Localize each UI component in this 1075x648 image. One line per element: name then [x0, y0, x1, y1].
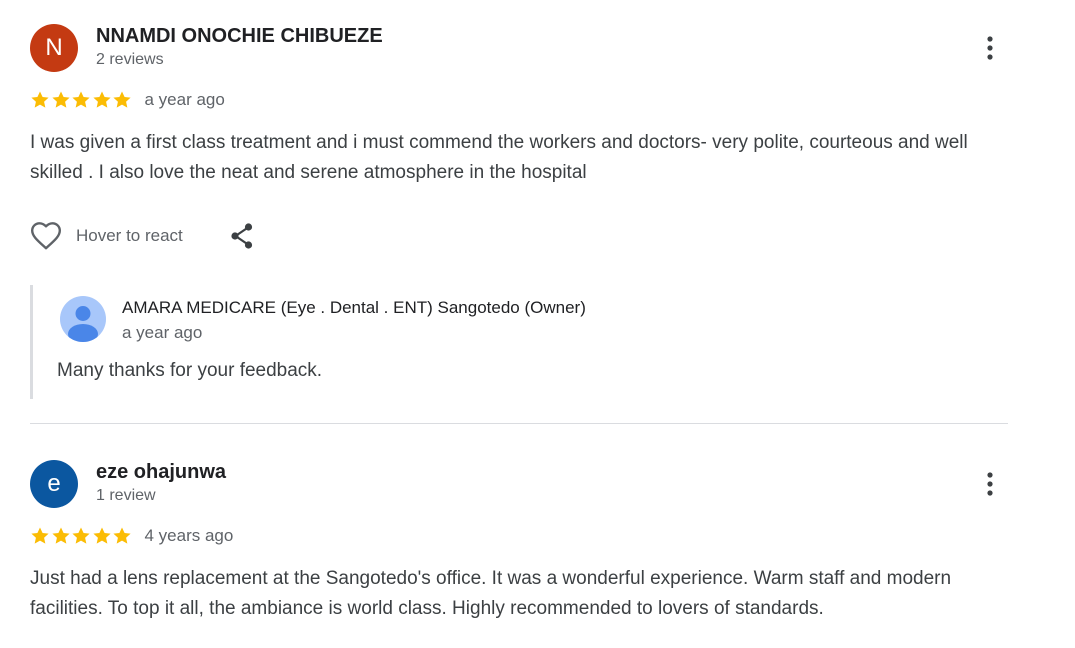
reviewer-review-count[interactable]: 2 reviews: [96, 50, 164, 70]
more-vert-icon: [987, 36, 993, 60]
star-icon: [71, 526, 91, 546]
review-actions: Hover to react: [30, 220, 257, 252]
star-icon: [112, 90, 132, 110]
star-icon: [92, 90, 112, 110]
owner-response-time: a year ago: [122, 323, 203, 342]
avatar[interactable]: e: [30, 460, 78, 508]
react-button[interactable]: Hover to react: [30, 221, 183, 251]
share-icon: [231, 223, 252, 249]
react-label: Hover to react: [76, 226, 183, 245]
avatar-letter: e: [47, 470, 61, 497]
star-icon: [92, 526, 112, 546]
review-divider: [30, 423, 1008, 424]
owner-response-text: Many thanks for your feedback.: [57, 360, 323, 381]
owner-name: AMARA MEDICARE (Eye . Dental . ENT) Sang…: [122, 298, 586, 317]
star-icon: [71, 90, 91, 110]
review-text: I was given a first class treatment and …: [30, 132, 968, 183]
avatar-letter: N: [45, 34, 63, 61]
more-options-button[interactable]: [976, 470, 1004, 498]
star-rating: [30, 524, 133, 548]
more-vert-icon: [987, 472, 993, 496]
reviewer-name[interactable]: NNAMDI ONOCHIE CHIBUEZE: [96, 24, 383, 48]
reviews-page: N NNAMDI ONOCHIE CHIBUEZE 2 reviews a ye…: [0, 0, 1075, 648]
star-icon: [30, 90, 50, 110]
review-time: a year ago: [144, 90, 225, 109]
more-options-button[interactable]: [976, 34, 1004, 62]
review-time: 4 years ago: [144, 526, 234, 545]
share-button[interactable]: [227, 221, 257, 251]
default-profile-icon: [60, 296, 106, 342]
star-icon: [112, 526, 132, 546]
star-icon: [51, 90, 71, 110]
reviewer-name[interactable]: eze ohajunwa: [96, 460, 226, 484]
star-icon: [51, 526, 71, 546]
avatar[interactable]: N: [30, 24, 78, 72]
star-icon: [30, 526, 50, 546]
rating-row: 4 years ago: [30, 524, 233, 548]
owner-avatar: [60, 296, 106, 342]
heart-icon: [31, 222, 61, 250]
owner-response: AMARA MEDICARE (Eye . Dental . ENT) Sang…: [30, 285, 933, 399]
reviewer-review-count[interactable]: 1 review: [96, 486, 156, 506]
rating-row: a year ago: [30, 88, 225, 112]
star-rating: [30, 88, 133, 112]
review-text: Just had a lens replacement at the Sango…: [30, 568, 952, 619]
